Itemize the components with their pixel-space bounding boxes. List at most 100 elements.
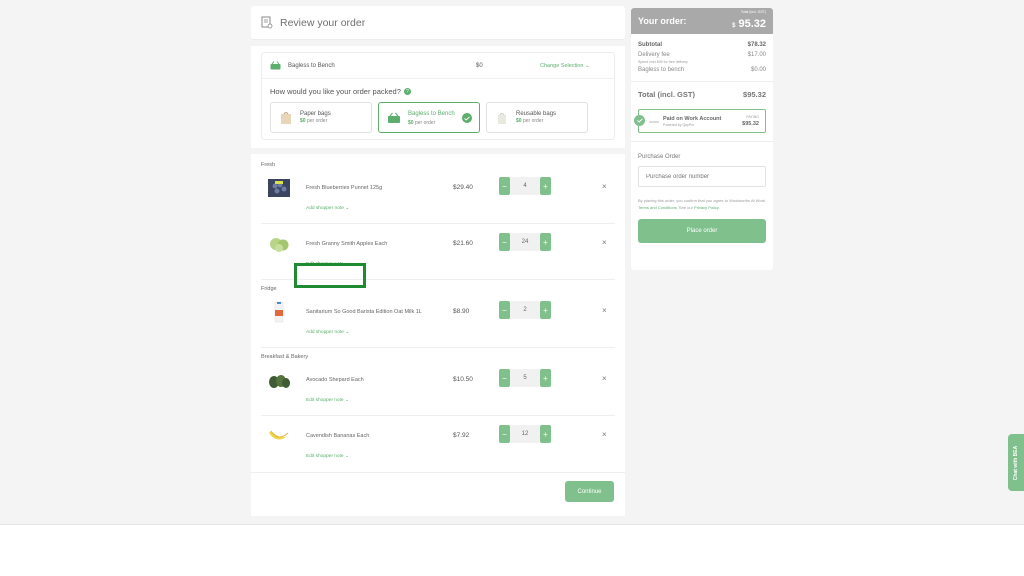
option-name: Paper bags <box>300 111 331 117</box>
shopper-note-link[interactable]: Edit shopper note ⌄ <box>306 398 349 403</box>
chat-with-bea-tab[interactable]: Chat with BEA <box>1008 434 1024 491</box>
category-heading: Breakfast & Bakery <box>261 354 309 360</box>
item-price: $21.60 <box>453 240 473 247</box>
paper-bag-icon <box>281 111 291 124</box>
packing-selection-row: Bagless to Bench $0 Change Selection ⌄ <box>262 53 614 79</box>
packing-selection-label: Bagless to Bench <box>288 62 335 69</box>
packing-card: Bagless to Bench $0 Change Selection ⌄ H… <box>251 46 625 148</box>
purchase-order-label: Purchase Order <box>631 141 773 166</box>
continue-button[interactable]: Continue <box>565 481 614 502</box>
quantity-stepper: − 12 + <box>499 425 551 443</box>
summary-big-total: $ 95.32 <box>732 17 766 30</box>
packing-option-bagless[interactable]: Bagless to Bench $0 per order <box>378 102 480 133</box>
increase-button[interactable]: + <box>540 369 551 387</box>
order-summary-header: Your order: Total (incl. GST) $ 95.32 <box>631 8 773 34</box>
page-title: Review your order <box>280 16 366 29</box>
decrease-button[interactable]: − <box>499 425 510 443</box>
basket-icon <box>270 61 281 70</box>
list-item: Fresh Blueberries Punnet 125g $29.40 − 4… <box>261 168 615 224</box>
item-price: $8.90 <box>453 308 470 315</box>
blueberries-thumbnail <box>268 179 290 197</box>
bagless-row: Bagless to bench $0.00 <box>638 67 766 73</box>
list-item: Cavendish Bananas Each $7.92 − 12 + × Ed… <box>261 416 615 472</box>
decrease-button[interactable]: − <box>499 177 510 195</box>
item-price: $29.40 <box>453 184 473 191</box>
remove-item-button[interactable]: × <box>602 182 607 191</box>
option-name: Bagless to Bench <box>408 110 455 117</box>
reusable-bag-icon <box>498 112 506 124</box>
remove-item-button[interactable]: × <box>602 238 607 247</box>
purchase-order-input[interactable] <box>638 166 766 187</box>
document-icon <box>261 16 273 29</box>
shopper-note-link[interactable]: Add shopper note ⌄ <box>306 330 349 335</box>
order-summary-panel: Your order: Total (incl. GST) $ 95.32 Su… <box>631 8 773 270</box>
item-name: Avocado Shepard Each <box>306 377 364 383</box>
increase-button[interactable]: + <box>540 233 551 251</box>
legal-text: By placing this order, you confirm that … <box>638 198 766 210</box>
total-row: Total (incl. GST) $95.32 <box>631 81 773 106</box>
help-icon[interactable]: ? <box>403 88 411 95</box>
quantity-value[interactable]: 4 <box>510 177 540 195</box>
quantity-value[interactable]: 24 <box>510 233 540 251</box>
total-incl-label: Total (incl. GST) <box>740 10 766 14</box>
increase-button[interactable]: + <box>540 425 551 443</box>
quantity-value[interactable]: 2 <box>510 301 540 319</box>
item-price: $7.92 <box>453 432 470 439</box>
quantity-stepper: − 5 + <box>499 369 551 387</box>
shopper-note-link[interactable]: Edit shopper note ⌄ <box>306 454 349 459</box>
payment-method-card[interactable]: Paid on Work Account Powered by QayPro P… <box>634 109 766 133</box>
item-name: Sanitarium So Good Barista Edition Oat M… <box>306 309 422 315</box>
summary-lines: Subtotal $78.32 Delivery fee $17.00 Spend … <box>631 34 773 75</box>
page-footer-strip <box>0 524 1024 576</box>
packing-option-paper-bags[interactable]: Paper bags $0 per order <box>270 102 372 133</box>
list-item: Sanitarium So Good Barista Edition Oat M… <box>261 292 615 348</box>
place-order-button[interactable]: Place order <box>638 219 766 243</box>
order-review-column: Review your order Bagless to Bench $0 Ch… <box>251 6 625 516</box>
quantity-stepper: − 4 + <box>499 177 551 195</box>
apples-thumbnail <box>270 238 289 252</box>
decrease-button[interactable]: − <box>499 301 510 319</box>
quantity-stepper: − 2 + <box>499 301 551 319</box>
remove-item-button[interactable]: × <box>602 374 607 383</box>
summary-title: Your order: <box>638 16 687 26</box>
avocado-thumbnail <box>269 375 290 388</box>
remove-item-button[interactable]: × <box>602 430 607 439</box>
shopper-note-link[interactable]: Add shopper note ⌄ <box>306 206 349 211</box>
decrease-button[interactable]: − <box>499 233 510 251</box>
item-name: Cavendish Bananas Each <box>306 433 370 439</box>
privacy-link[interactable]: Privacy Policy <box>694 205 719 210</box>
option-name: Reusable bags <box>516 111 557 117</box>
terms-link[interactable]: Terms and Conditions <box>638 205 677 210</box>
remove-item-button[interactable]: × <box>602 306 607 315</box>
packing-option-reusable-bags[interactable]: Reusable bags $0 per order <box>486 102 588 133</box>
packing-options: Paper bags $0 per order Bagless to Bench… <box>262 102 614 139</box>
quantity-stepper: − 24 + <box>499 233 551 251</box>
items-list: Fresh Fresh Blueberries Punnet 125g $29.… <box>251 154 625 516</box>
item-price: $10.50 <box>453 376 473 383</box>
item-name: Fresh Granny Smith Apples Each <box>306 241 388 247</box>
change-selection-link[interactable]: Change Selection ⌄ <box>540 63 590 69</box>
bananas-thumbnail <box>269 430 289 440</box>
oat-milk-thumbnail <box>274 301 284 323</box>
subtotal-row: Subtotal $78.32 <box>638 42 766 48</box>
payment-subtitle: Powered by QayPro <box>663 123 695 127</box>
selected-check-icon <box>462 113 472 123</box>
packing-panel: Bagless to Bench $0 Change Selection ⌄ H… <box>261 52 615 140</box>
quantity-value[interactable]: 12 <box>510 425 540 443</box>
increase-button[interactable]: + <box>540 177 551 195</box>
category-heading: Fresh <box>261 162 276 168</box>
decrease-button[interactable]: − <box>499 369 510 387</box>
packing-selection-price: $0 <box>476 62 483 69</box>
packing-question-text: How would you like your order packed? <box>270 87 401 96</box>
selected-check-icon <box>634 115 645 126</box>
paying-label: PAYING <box>746 115 759 119</box>
paying-amount: $95.32 <box>742 121 759 127</box>
packing-question: How would you like your order packed? ? <box>262 79 614 102</box>
list-item: Avocado Shepard Each $10.50 − 5 + × Edit… <box>261 360 615 416</box>
payment-title: Paid on Work Account <box>663 116 722 122</box>
payment-logo-icon <box>649 121 659 123</box>
basket-icon <box>388 112 400 123</box>
increase-button[interactable]: + <box>540 301 551 319</box>
delivery-row: Delivery fee $17.00 <box>638 52 766 58</box>
quantity-value[interactable]: 5 <box>510 369 540 387</box>
